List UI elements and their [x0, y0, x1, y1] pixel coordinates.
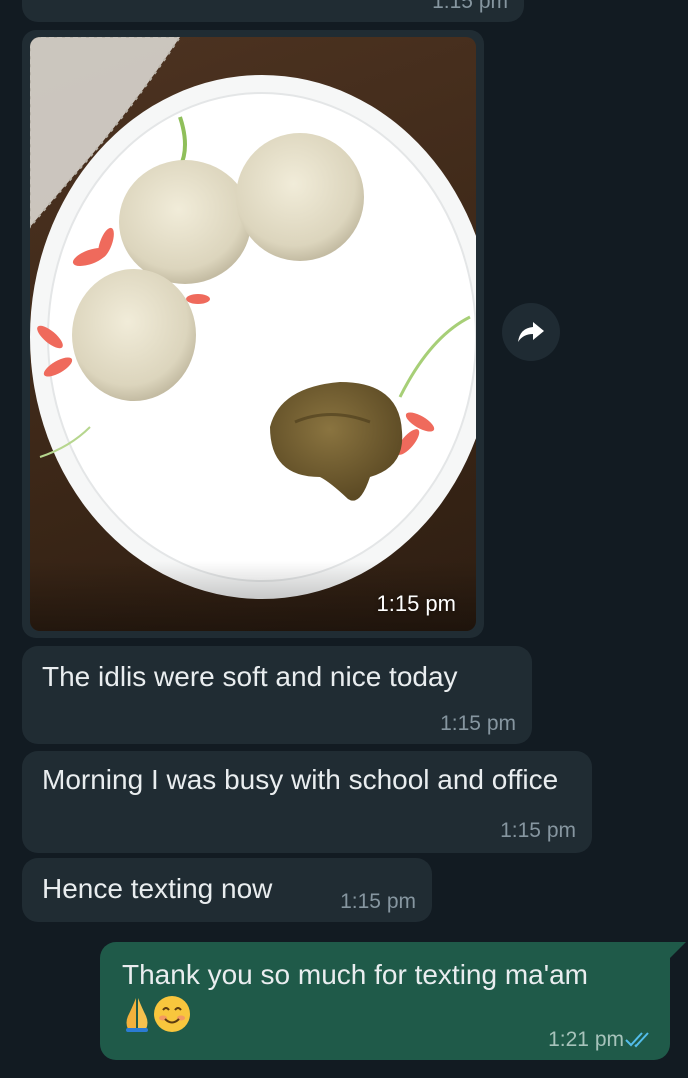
idli-photo[interactable]: 1:15 pm	[30, 37, 476, 631]
forward-button[interactable]	[502, 303, 560, 361]
chat-conversation: 1:15 pm 1:15 pm The idlis were soft and …	[0, 0, 688, 1078]
message-timestamp: 1:15 pm	[340, 890, 416, 913]
image-timestamp: 1:15 pm	[376, 591, 457, 616]
message-timestamp: 1:15 pm	[500, 819, 576, 842]
message-timestamp: 1:15 pm	[440, 712, 516, 735]
message-text: The idlis were soft and nice today	[42, 661, 458, 692]
message-bubble[interactable]: The idlis were soft and nice today 1:15 …	[22, 646, 532, 744]
message-text-wrapper: Thank you so much for texting ma'am	[122, 952, 592, 1052]
message-bubble[interactable]: Hence texting now 1:15 pm	[22, 858, 432, 922]
forward-arrow-icon	[518, 322, 544, 342]
outgoing-message-bubble[interactable]: Thank you so much for texting ma'am 1:21…	[100, 942, 670, 1060]
message-timestamp: 1:21 pm	[548, 1028, 624, 1051]
message-bubble-previous[interactable]: 1:15 pm	[22, 0, 524, 22]
folded-hands-emoji	[122, 996, 152, 1046]
message-bubble[interactable]: Morning I was busy with school and offic…	[22, 751, 592, 853]
photo-illustration	[30, 37, 476, 599]
double-check-icon	[624, 1030, 654, 1053]
message-text: Hence texting now	[42, 873, 273, 904]
message-timestamp: 1:15 pm	[432, 0, 508, 13]
message-text: Thank you so much for texting ma'am	[122, 959, 588, 990]
message-text: Morning I was busy with school and offic…	[42, 764, 559, 795]
smiling-face-emoji	[152, 994, 192, 1048]
image-message-bubble[interactable]: 1:15 pm	[22, 30, 484, 638]
